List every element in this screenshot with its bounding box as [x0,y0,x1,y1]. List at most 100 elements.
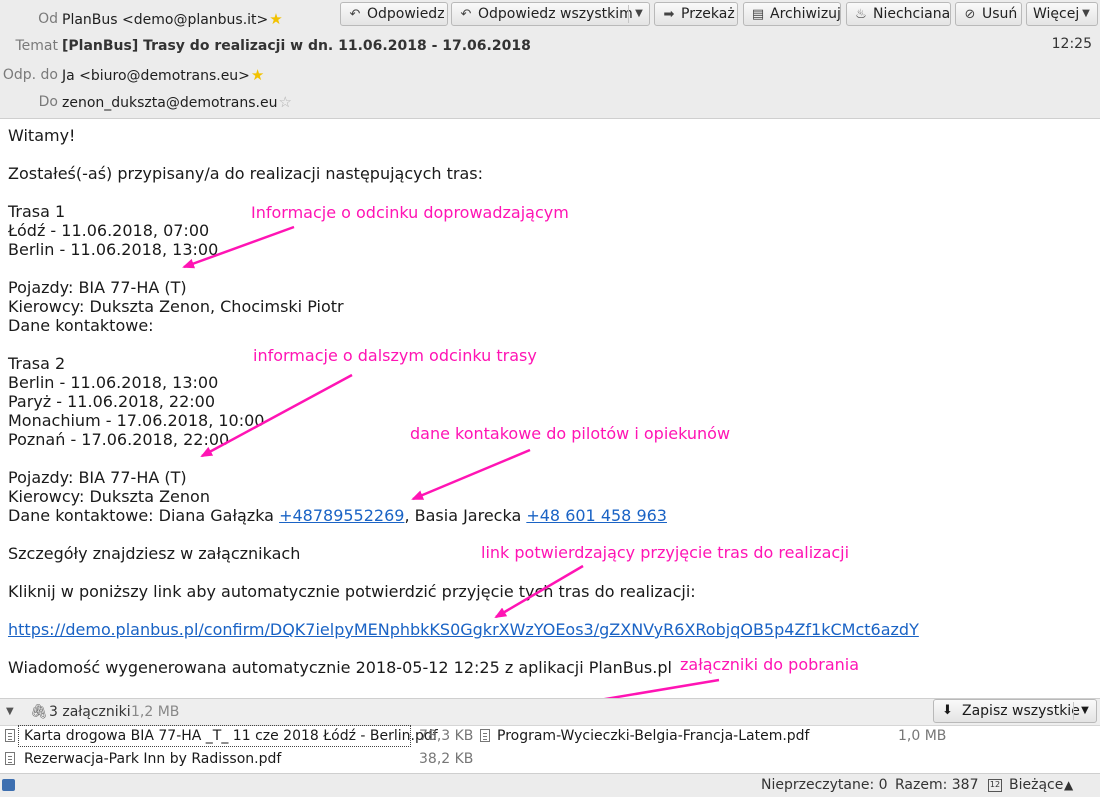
chevron-down-icon[interactable]: ▼ [629,3,649,25]
annotation-text: dane kontakowe do pilotów i opiekunów [410,424,731,443]
annotation-text: link potwierdzający przyjęcie tras do re… [481,543,850,562]
attachment-list: Karta drogowa BIA 77-HA _T_ 11 cze 2018 … [0,725,1100,773]
phone-link[interactable]: +48 601 458 963 [526,506,667,525]
forward-button[interactable]: ➡ Przekaż [654,2,738,26]
save-all-label: Zapisz wszystkie [962,703,1080,719]
archive-icon: ▤ [751,7,765,22]
reply-all-icon: ↶ [460,7,472,22]
confirm-link[interactable]: https://demo.planbus.pl/confirm/DQK7ielp… [8,620,919,639]
route2-stop: Berlin - 11.06.2018, 13:00 [8,373,219,392]
chevron-down-icon[interactable]: ▼ [6,699,14,725]
route2-stop: Paryż - 11.06.2018, 22:00 [8,392,216,411]
contacts-prefix: Dane kontaktowe: Diana Gałązka [8,506,280,525]
calendar-icon[interactable]: 12 [988,779,1002,792]
attachment-item[interactable]: Karta drogowa BIA 77-HA _T_ 11 cze 2018 … [0,725,474,747]
forward-icon: ➡ [663,7,675,22]
star-outline-icon[interactable]: ☆ [278,93,291,111]
reply-to-value[interactable]: Ja <biuro@demotrans.eu>★ [62,63,264,88]
attachment-name: Program-Wycieczki-Belgia-Francja-Latem.p… [497,728,810,744]
delete-button[interactable]: ⊘ Usuń [955,2,1022,26]
annotation-arrow [411,448,531,501]
route1-contacts: Dane kontaktowe: [8,316,154,335]
download-icon: ⬇ [942,703,953,718]
route1-stop: Łódź - 11.06.2018, 07:00 [8,221,210,240]
reply-all-button[interactable]: ↶ Odpowiedz wszystkim ▼ [451,2,650,26]
to-row: Do zenon_dukszta@demotrans.eu☆ [0,90,1100,114]
attachments-bar: ▼ 🖇 3 załączniki 1,2 MB ⬇ Zapisz wszystk… [0,698,1100,726]
star-icon[interactable]: ★ [251,66,264,84]
intro-text: Zostałeś(-aś) przypisany/a do realizacji… [8,164,483,183]
subject-value: [PlanBus] Trasy do realizacji w dn. 11.0… [62,38,531,54]
route1-vehicles: Pojazdy: BIA 77-HA (T) [8,278,187,297]
message-time: 12:25 [1051,36,1092,52]
phone-link[interactable]: +48789552269 [279,506,404,525]
reply-label: Odpowiedz [367,6,445,22]
to-address[interactable]: zenon_dukszta@demotrans.eu [62,95,277,111]
annotation-text: załączniki do pobrania [680,655,860,674]
archive-button[interactable]: ▤ Archiwizuj [743,2,841,26]
unread-count: Nieprzeczytane: 0 [761,777,888,793]
reply-to-address[interactable]: Ja <biuro@demotrans.eu> [62,68,250,84]
click-info-text: Kliknij w poniższy link aby automatyczni… [8,582,696,601]
pdf-file-icon [480,729,490,742]
message-header: Od PlanBus <demo@planbus.it>★ Temat [Pla… [0,0,1100,119]
route2-contacts: Dane kontaktowe: Diana Gałązka +48789552… [8,506,667,525]
route1-stop: Berlin - 11.06.2018, 13:00 [8,240,219,259]
reply-to-label: Odp. do [2,67,58,83]
pdf-file-icon [5,729,15,742]
attachment-name: Rezerwacja-Park Inn by Radisson.pdf [24,751,282,767]
from-value[interactable]: PlanBus <demo@planbus.it>★ [62,7,283,32]
reply-to-row: Odp. do Ja <biuro@demotrans.eu>★ [0,63,1100,87]
today-pane-label[interactable]: Bieżące [1009,774,1063,797]
from-label: Od [38,11,58,27]
attachments-count[interactable]: 3 załączniki [49,699,131,725]
more-label: Więcej [1033,6,1080,22]
activity-icon[interactable] [2,779,15,791]
attachment-size: 78,3 KB [419,728,474,744]
subject-label: Temat [15,38,59,54]
to-value[interactable]: zenon_dukszta@demotrans.eu☆ [62,90,292,115]
chevron-down-icon[interactable]: ▼ [1074,700,1096,722]
attachment-size: 38,2 KB [419,751,474,767]
route2-title: Trasa 2 [8,354,66,373]
flame-icon: ♨ [855,7,867,22]
total-count: Razem: 387 [895,777,979,793]
delete-icon: ⊘ [964,7,976,22]
forward-label: Przekaż [681,6,735,22]
route2-vehicles: Pojazdy: BIA 77-HA (T) [8,468,187,487]
confirm-link-line: https://demo.planbus.pl/confirm/DQK7ielp… [8,620,919,639]
more-button[interactable]: Więcej ▼ [1026,2,1098,26]
status-bar: Nieprzeczytane: 0 Razem: 387 12 Bieżące … [0,773,1100,797]
annotation-text: informacje o dalszym odcinku trasy [253,346,537,365]
greeting: Witamy! [8,126,76,145]
paperclip-icon: 🖇 [30,704,48,720]
footer-text: Wiadomość wygenerowana automatycznie 201… [8,658,672,677]
details-text: Szczegóły znajdziesz w załącznikach [8,544,301,563]
subject-row: Temat [PlanBus] Trasy do realizacji w dn… [0,34,1100,58]
junk-button[interactable]: ♨ Niechciana [846,2,951,26]
reply-all-label: Odpowiedz wszystkim [478,6,633,22]
reply-icon: ↶ [349,7,361,22]
pdf-file-icon [5,752,15,765]
attachment-item[interactable]: Rezerwacja-Park Inn by Radisson.pdf 38,2… [0,748,474,770]
save-all-button[interactable]: ⬇ Zapisz wszystkie ▼ [933,699,1097,723]
annotation-text: Informacje o odcinku doprowadzającym [251,203,569,222]
route2-stop: Poznań - 17.06.2018, 22:00 [8,430,230,449]
to-label: Do [38,94,58,110]
reply-button[interactable]: ↶ Odpowiedz [340,2,448,26]
attachment-size: 1,0 MB [898,728,947,744]
from-address[interactable]: PlanBus <demo@planbus.it> [62,12,268,28]
route1-title: Trasa 1 [8,202,66,221]
chevron-down-icon: ▼ [1082,8,1090,19]
star-icon[interactable]: ★ [269,10,282,28]
archive-label: Archiwizuj [770,6,841,22]
chevron-up-icon[interactable]: ▲ [1064,774,1073,797]
attachment-item[interactable]: Program-Wycieczki-Belgia-Francja-Latem.p… [476,725,946,747]
delete-label: Usuń [982,6,1018,22]
route2-drivers: Kierowcy: Dukszta Zenon [8,487,210,506]
route1-drivers: Kierowcy: Dukszta Zenon, Chocimski Piotr [8,297,344,316]
junk-label: Niechciana [873,6,951,22]
attachment-name: Karta drogowa BIA 77-HA _T_ 11 cze 2018 … [24,728,438,744]
contacts-mid: , Basia Jarecka [404,506,527,525]
route2-stop: Monachium - 17.06.2018, 10:00 [8,411,265,430]
